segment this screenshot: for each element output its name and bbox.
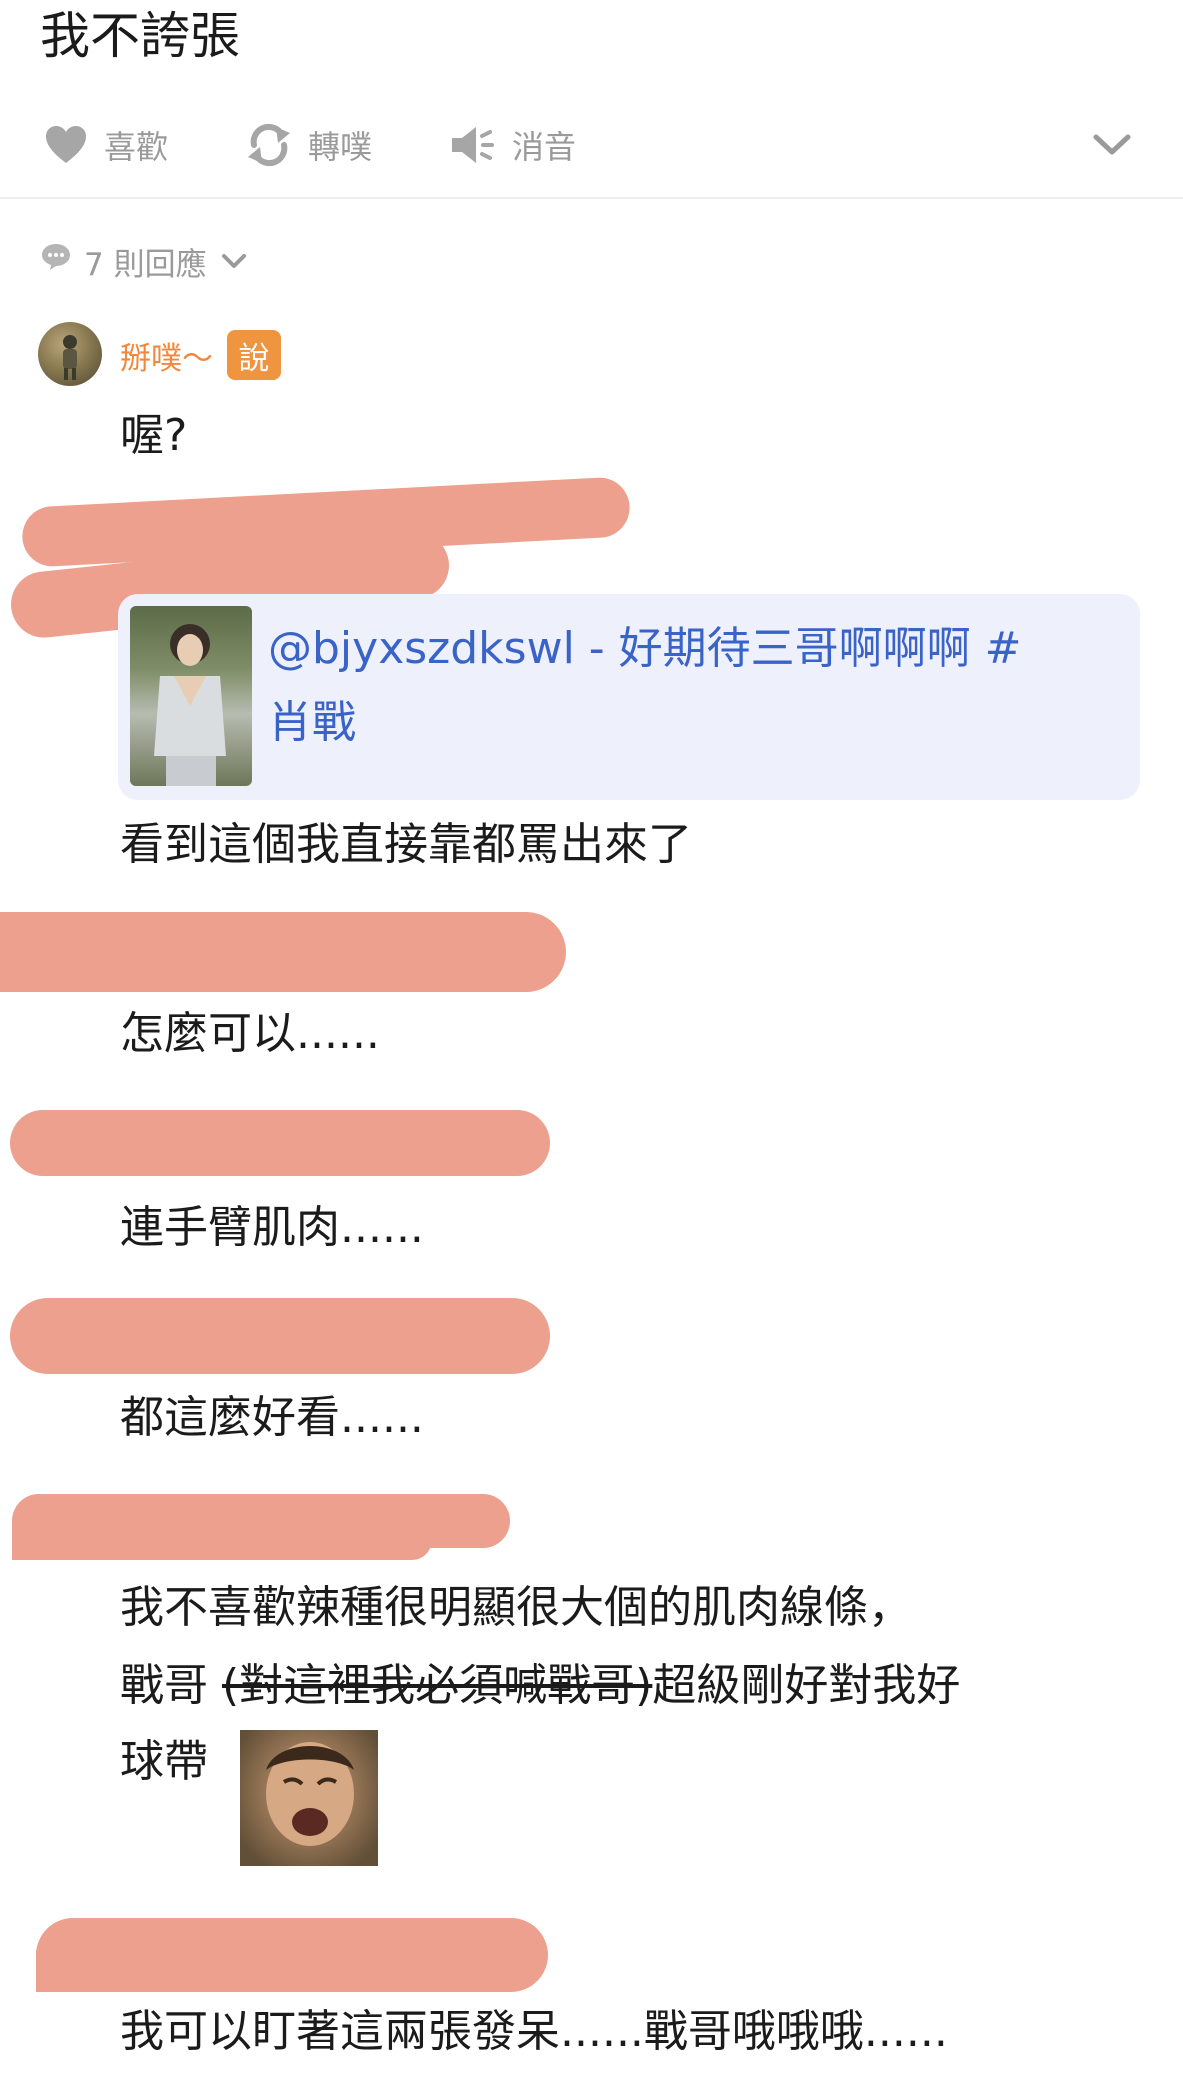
expand-button[interactable] bbox=[1092, 110, 1132, 180]
reply-message: 怎麼可以...... bbox=[120, 1008, 380, 1059]
post-title: 我不誇張 bbox=[40, 7, 240, 65]
mute-button[interactable]: 消音 bbox=[450, 110, 576, 180]
reply-message: 我可以盯著這兩張發呆......戰哥哦哦哦...... bbox=[120, 2006, 948, 2057]
redacted-author bbox=[0, 912, 566, 992]
reply-message: 看到這個我直接靠都罵出來了 bbox=[120, 819, 692, 870]
reply-message: 都這麼好看...... bbox=[120, 1392, 424, 1443]
strikethrough-text: (對這裡我必須喊戰哥) bbox=[222, 1660, 653, 1711]
action-bar: 喜歡 轉噗 消音 bbox=[0, 110, 1183, 180]
crying-sticker-image[interactable] bbox=[240, 1730, 378, 1866]
reply-message: 球帶 bbox=[120, 1736, 208, 1787]
replurk-label: 轉噗 bbox=[308, 128, 373, 166]
like-button[interactable]: 喜歡 bbox=[44, 110, 168, 180]
author-name: 掰噗～ bbox=[120, 340, 213, 377]
redacted-author bbox=[10, 1110, 550, 1176]
replurk-button[interactable]: 轉噗 bbox=[246, 110, 372, 180]
mute-label: 消音 bbox=[512, 128, 577, 166]
quoted-plurk-thumbnail bbox=[130, 606, 252, 786]
reply-message: 我不喜歡辣種很明顯很大個的肌肉線條， bbox=[120, 1582, 912, 1633]
reply-count-toggle[interactable]: 7 則回應 bbox=[40, 236, 247, 286]
says-badge: 說 bbox=[227, 330, 281, 380]
reply-message: 喔? bbox=[120, 410, 188, 461]
message-segment: 超級剛好對我好 bbox=[652, 1660, 961, 1711]
reply-author[interactable]: 掰噗～ 說 bbox=[120, 328, 281, 382]
quoted-plurk-card[interactable]: @bjyxszdkswl - 好期待三哥啊啊啊 # 肖戰 bbox=[118, 594, 1140, 800]
chevron-down-icon bbox=[1092, 132, 1132, 158]
quote-line: 肖戰 bbox=[268, 697, 356, 748]
plurk-post-page: 我不誇張 喜歡 轉噗 消音 7 則回應 掰噗～ 說 喔? @bjyxszdksw… bbox=[0, 0, 1183, 2079]
reply-message: 戰哥 (對這裡我必須喊戰哥)超級剛好對我好 bbox=[120, 1658, 960, 1714]
divider bbox=[0, 197, 1183, 199]
quoted-plurk-text[interactable]: @bjyxszdkswl - 好期待三哥啊啊啊 # 肖戰 bbox=[268, 612, 1128, 760]
mute-icon bbox=[450, 124, 496, 166]
like-label: 喜歡 bbox=[104, 128, 169, 166]
replurk-icon bbox=[246, 123, 292, 167]
heart-icon bbox=[44, 125, 88, 165]
avatar[interactable] bbox=[38, 322, 102, 386]
redacted-author bbox=[12, 1520, 432, 1560]
comment-bubble-icon bbox=[40, 242, 72, 280]
redacted-author bbox=[36, 1950, 236, 1992]
message-segment: 戰哥 bbox=[120, 1660, 208, 1711]
reply-message: 連手臂肌肉...... bbox=[120, 1202, 424, 1253]
chevron-down-icon bbox=[221, 243, 247, 279]
redacted-author bbox=[10, 1298, 550, 1374]
quote-line: @bjyxszdkswl - 好期待三哥啊啊啊 # bbox=[268, 623, 1022, 674]
reply-count-label: 7 則回應 bbox=[84, 246, 207, 283]
